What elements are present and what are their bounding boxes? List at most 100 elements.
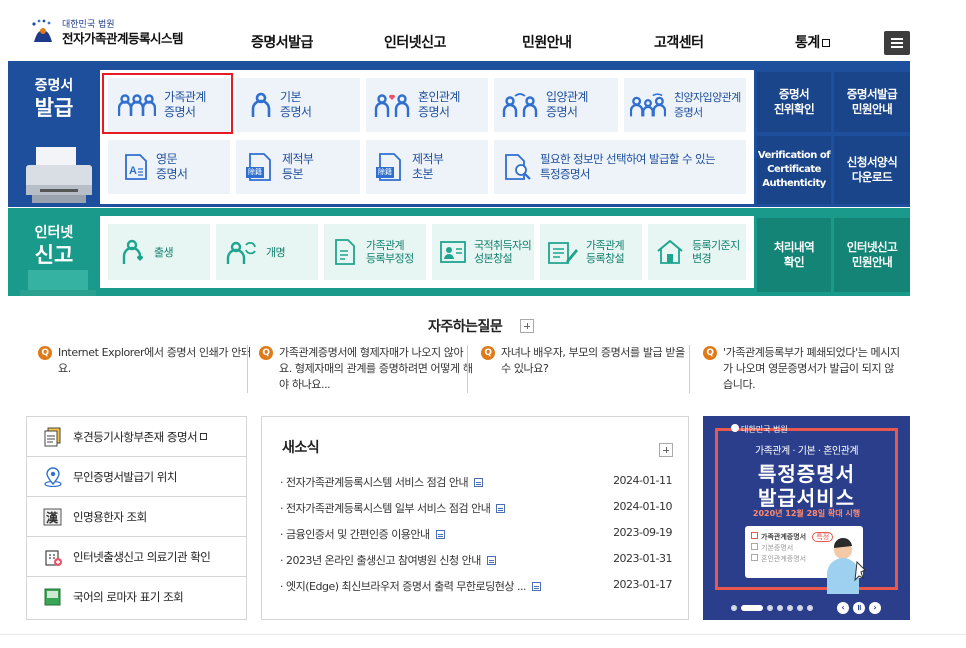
tile-birth-report[interactable]: 출생: [108, 224, 210, 280]
faq-title: 자주하는질문: [428, 319, 503, 335]
banner-dot[interactable]: [787, 605, 793, 611]
news-row[interactable]: · 전자가족관계등록시스템 일부 서비스 점검 안내 2024-01-10: [280, 500, 672, 516]
tile-base-address-change[interactable]: 등록기준지 변경: [648, 224, 746, 280]
quick-item-label: 후견등기사항부존재 증명서: [73, 429, 198, 444]
tile-label-line1: 영문: [156, 152, 177, 166]
banner-dot[interactable]: [767, 605, 773, 611]
banner-dot[interactable]: [731, 605, 737, 611]
page-bottom-edge: [0, 634, 966, 648]
laptop-illustration-icon: [18, 266, 98, 296]
nav-customer-center[interactable]: 고객센터: [654, 32, 704, 52]
side-label-line2: 다운로드: [851, 170, 893, 184]
banner-card-item3: 혼인관계증명서: [761, 555, 807, 563]
side-process-history[interactable]: 처리내역 확인: [757, 218, 831, 292]
hamburger-icon-bar: [891, 46, 903, 48]
banner-dot-active[interactable]: [741, 605, 763, 611]
banner-next-icon[interactable]: ›: [869, 602, 881, 614]
news-row-date: 2024-01-10: [613, 500, 672, 513]
side-cert-civil-guide[interactable]: 증명서발급 민원안내: [834, 72, 910, 132]
tile-basic-cert[interactable]: 기본 증명서: [236, 78, 360, 132]
banner-dot[interactable]: [777, 605, 783, 611]
tile-full-adoption-cert[interactable]: 친양자입양관계 증명서: [624, 78, 746, 132]
faq-item[interactable]: Q 자녀나 배우자, 부모의 증명서를 발급 받을 수 있나요?: [481, 345, 696, 393]
tile-label-line2: 특정증명서: [540, 167, 591, 181]
tile-naturalized-surname[interactable]: 국적취득자의 성본창설: [432, 224, 534, 280]
tile-label-line1: 입양관계: [546, 90, 588, 104]
svg-text:漢: 漢: [46, 510, 59, 525]
tile-register-creation[interactable]: 가족관계 등록창설: [540, 224, 642, 280]
quick-romanization[interactable]: 국어의 로마자 표기 조회: [27, 577, 246, 617]
faq-item[interactable]: Q '가족관계등록부가 폐쇄되었다'는 메시지가 나오며 영문증명서가 발급이 …: [703, 345, 903, 393]
news-title: 새소식: [282, 440, 320, 456]
tile-label-line1: 출생: [154, 245, 174, 259]
faq-divider: [247, 345, 248, 393]
side-form-download[interactable]: 신청서양식 다운로드: [834, 136, 910, 204]
banner-subtitle: 가족관계 · 기본 · 혼인관계: [754, 446, 859, 457]
tile-marriage-cert[interactable]: 혼인관계 증명서: [366, 78, 488, 132]
tile-label-line1: 제적부: [282, 152, 314, 166]
tile-english-cert[interactable]: A 영문 증명서: [108, 140, 230, 194]
tile-register-correction[interactable]: 가족관계 등록부정정: [324, 224, 426, 280]
tile-label-line2: 등록창설: [586, 252, 625, 265]
tile-removed-register-copy[interactable]: 除籍 제적부 등본: [236, 140, 360, 194]
tile-removed-register-extract[interactable]: 除籍 제적부 초본: [366, 140, 488, 194]
banner-date: 2020년 12월 28일 확대 시행: [752, 509, 861, 518]
notice-document-icon: [435, 530, 445, 539]
side-label-line2: Certificate: [767, 164, 821, 175]
menu-button[interactable]: [884, 31, 910, 55]
external-link-icon: [200, 433, 208, 440]
nav-certificate-issue[interactable]: 증명서발급: [251, 32, 313, 52]
quick-item-label: 인터넷출생신고 의료기관 확인: [73, 549, 211, 564]
news-row-title: 전자가족관계등록시스템 서비스 점검 안내: [286, 476, 469, 489]
baby-icon: [122, 239, 144, 264]
faq-more-button[interactable]: [520, 319, 534, 333]
name-change-icon: [226, 241, 256, 264]
news-row[interactable]: · 금융인증서 및 간편인증 이용안내 2023-09-19: [280, 526, 672, 542]
side-label-line3: Authenticity: [762, 178, 826, 189]
faq-divider: [689, 345, 690, 393]
news-row[interactable]: · 엣지(Edge) 최신브라우저 증명서 출력 무한로딩현상 ... 2023…: [280, 578, 672, 594]
tile-label-line1: 가족관계: [366, 239, 405, 252]
banner-dot[interactable]: [807, 605, 813, 611]
news-row[interactable]: · 전자가족관계등록시스템 서비스 점검 안내 2024-01-11: [280, 474, 672, 490]
quick-item-label: 인명용한자 조회: [73, 509, 147, 524]
banner-card-item2: 기본증명서: [761, 544, 794, 552]
question-icon: Q: [481, 346, 495, 360]
side-verification-english[interactable]: Verification of Certificate Authenticity: [757, 136, 831, 204]
promo-banner[interactable]: 대한민국 법원 가족관계 · 기본 · 혼인관계 특정증명서 발급서비스 202…: [703, 416, 910, 620]
quick-guardianship-cert[interactable]: 후견등기사항부존재 증명서: [27, 417, 246, 457]
news-row-title: 금융인증서 및 간편인증 이용안내: [286, 528, 430, 541]
header: 대한민국 법원 전자가족관계등록시스템 증명서발급 인터넷신고 민원안내 고객센…: [0, 0, 966, 60]
banner-dot[interactable]: [797, 605, 803, 611]
hospital-icon: [45, 549, 62, 566]
tile-specific-cert[interactable]: 필요한 정보만 선택하여 발급할 수 있는 특정증명서: [494, 140, 746, 194]
news-row-date: 2024-01-11: [613, 474, 672, 487]
tile-adoption-cert[interactable]: 입양관계 증명서: [494, 78, 618, 132]
tile-name-change[interactable]: 개명: [216, 224, 318, 280]
nav-civil-guide[interactable]: 민원안내: [522, 32, 572, 52]
tile-label-line1: 친양자입양관계: [674, 91, 741, 104]
side-cert-authenticity[interactable]: 증명서 진위확인: [757, 72, 831, 132]
quick-item-label: 무인증명서발급기 위치: [73, 469, 177, 484]
quick-hanja-lookup[interactable]: 漢 인명용한자 조회: [27, 497, 246, 537]
printer-illustration-icon: [22, 145, 96, 205]
nav-statistics[interactable]: 통계: [795, 32, 830, 52]
banner-prev-icon[interactable]: ‹: [837, 602, 849, 614]
news-row-title: 2023년 온라인 출생신고 참여병원 신청 안내: [286, 554, 481, 567]
full-adoption-icon: [630, 93, 666, 117]
nav-internet-report[interactable]: 인터넷신고: [384, 32, 446, 52]
news-row[interactable]: · 2023년 온라인 출생신고 참여병원 신청 안내 2023-01-31: [280, 552, 672, 568]
quick-hospital-check[interactable]: 인터넷출생신고 의료기관 확인: [27, 537, 246, 577]
banner-pause-icon[interactable]: ॥: [853, 602, 865, 614]
quick-kiosk-location[interactable]: 무인증명서발급기 위치: [27, 457, 246, 497]
removed-register-icon: 除籍: [246, 153, 274, 181]
quick-links: 후견등기사항부존재 증명서 무인증명서발급기 위치 漢 인명용한자 조회 인터넷…: [26, 416, 247, 620]
couple-heart-icon: [374, 94, 410, 117]
faq-item[interactable]: Q 가족관계증명서에 형제자매가 나오지 않아요. 형제자매의 관계를 증명하려…: [259, 345, 474, 393]
register-write-icon: [548, 242, 578, 264]
side-report-civil-guide[interactable]: 인터넷신고 민원안내: [834, 218, 910, 292]
news-more-button[interactable]: [659, 443, 673, 457]
faq-item[interactable]: Q Internet Explorer에서 증명서 인쇄가 안돼요.: [38, 345, 253, 393]
question-icon: Q: [703, 346, 717, 360]
removed-register-tag: 除籍: [246, 167, 264, 178]
